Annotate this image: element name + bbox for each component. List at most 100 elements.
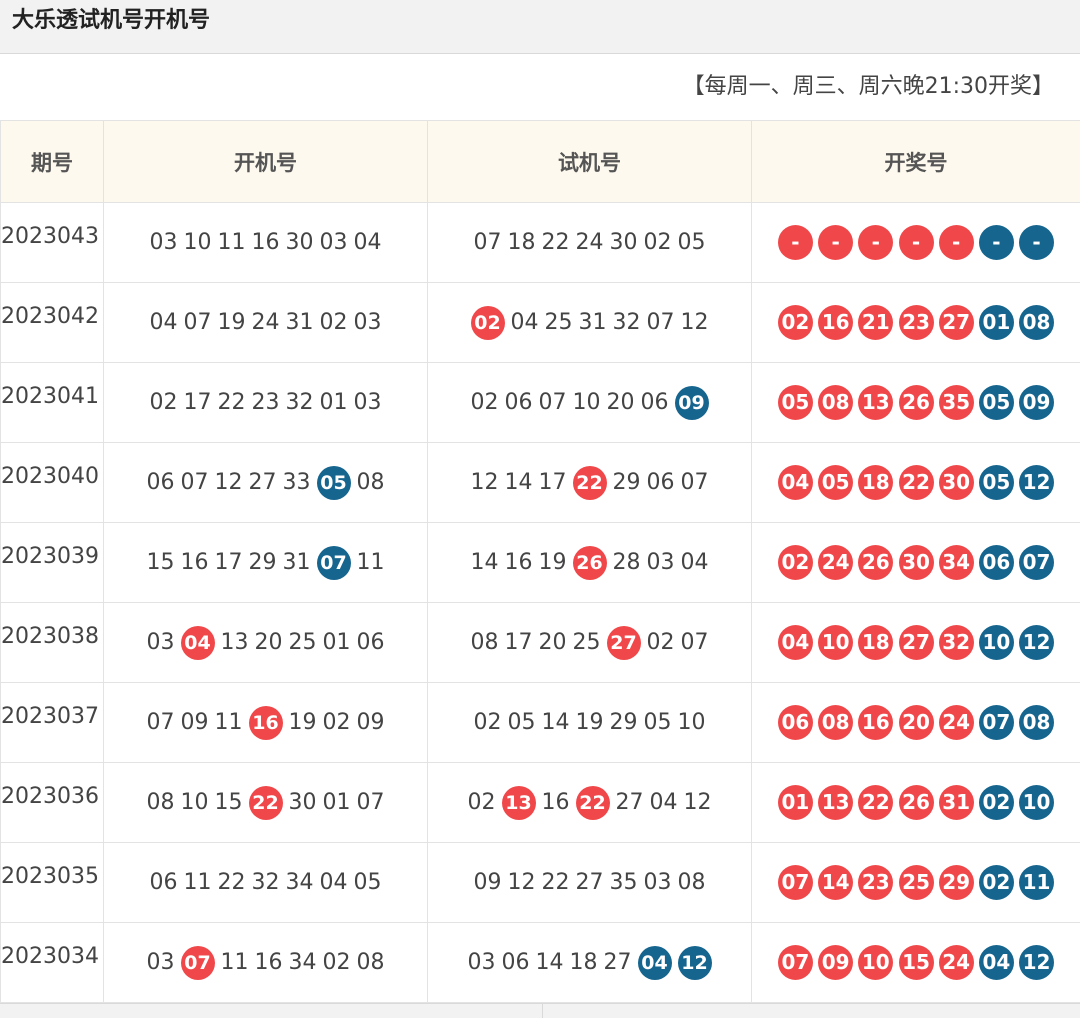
- open-number-cell: 08 10 15 22 30 01 07: [103, 762, 428, 843]
- front-zone-ball: 27: [606, 625, 641, 660]
- front-zone-ball: -: [858, 225, 894, 260]
- back-zone-ball: 04: [637, 945, 672, 980]
- number: 25: [544, 309, 573, 335]
- front-zone-ball: 10: [858, 945, 894, 980]
- number: 06: [646, 469, 675, 495]
- number: 09: [180, 709, 209, 735]
- header-period: 期号: [0, 120, 104, 203]
- number: 31: [282, 549, 311, 575]
- number: 30: [609, 229, 638, 255]
- front-zone-ball: 08: [818, 385, 854, 420]
- trial-number-cell: 09 12 22 27 35 03 08: [427, 842, 752, 923]
- front-zone-ball: 22: [575, 785, 610, 820]
- number: 05: [677, 229, 706, 255]
- number: 09: [356, 709, 385, 735]
- draw-number-cell: 02 24 26 30 34 06 07: [751, 522, 1080, 603]
- front-zone-ball: 35: [938, 385, 974, 420]
- number: 07: [538, 389, 567, 415]
- front-zone-ball: 13: [858, 385, 894, 420]
- front-zone-ball: 16: [858, 705, 894, 740]
- number: 20: [538, 629, 567, 655]
- number: 16: [541, 789, 570, 815]
- number: 02: [473, 709, 502, 735]
- number: 04: [149, 309, 178, 335]
- number: 02: [643, 229, 672, 255]
- open-number-cell: 02 17 22 23 32 01 03: [103, 362, 428, 443]
- number: 27: [615, 789, 644, 815]
- number: 12: [683, 789, 712, 815]
- back-zone-ball: 05: [316, 465, 351, 500]
- back-zone-ball: 05: [978, 385, 1014, 420]
- number: 07: [146, 709, 175, 735]
- front-zone-ball: 02: [470, 305, 505, 340]
- back-zone-ball: 08: [1019, 305, 1055, 340]
- draw-number-cell: 05 08 13 26 35 05 09: [751, 362, 1080, 443]
- number: 04: [649, 789, 678, 815]
- front-zone-ball: 26: [572, 545, 607, 580]
- number: 06: [356, 629, 385, 655]
- number: 12: [214, 469, 243, 495]
- front-zone-ball: 22: [572, 465, 607, 500]
- open-number-cell: 15 16 17 29 31 07 11: [103, 522, 428, 603]
- number: 05: [353, 869, 382, 895]
- table-row: 2023039 15 16 17 29 31 07 11 14 16 19 26 28 03 04 02 24 2…: [0, 522, 1080, 603]
- number: 13: [220, 629, 249, 655]
- back-zone-ball: 12: [1019, 945, 1055, 980]
- trial-number-cell: 14 16 19 26 28 03 04: [427, 522, 752, 603]
- front-zone-ball: 07: [777, 945, 813, 980]
- number: 02: [646, 629, 675, 655]
- number: 08: [356, 469, 385, 495]
- period-cell: 2023037: [0, 682, 104, 763]
- period-cell: 2023039: [0, 522, 104, 603]
- period-cell: 2023034: [0, 922, 104, 1003]
- front-zone-ball: 23: [898, 305, 934, 340]
- period-cell: 2023041: [0, 362, 104, 443]
- table-row: 2023037 07 09 11 16 19 02 09 02 05 14 19 29 05 10 06 08 1…: [0, 682, 1080, 763]
- number: 08: [677, 869, 706, 895]
- number: 16: [254, 949, 283, 975]
- trial-number-cell: 02 06 07 10 20 06 09: [427, 362, 752, 443]
- number: 10: [180, 789, 209, 815]
- number: 33: [282, 469, 311, 495]
- front-zone-ball: -: [818, 225, 854, 260]
- number: 07: [646, 309, 675, 335]
- front-zone-ball: -: [898, 225, 934, 260]
- front-zone-ball: 20: [898, 705, 934, 740]
- title-bar: 大乐透试机号开机号: [0, 0, 1080, 54]
- number: 11: [356, 549, 385, 575]
- number: 03: [643, 869, 672, 895]
- trial-number-cell: 03 06 14 18 27 04 12: [427, 922, 752, 1003]
- number: 03: [467, 949, 496, 975]
- number: 30: [285, 229, 314, 255]
- number: 18: [569, 949, 598, 975]
- number: 06: [146, 469, 175, 495]
- bottom-bar: [0, 1003, 1080, 1018]
- back-zone-ball: 06: [978, 545, 1014, 580]
- number: 04: [319, 869, 348, 895]
- back-zone-ball: 02: [978, 865, 1014, 900]
- number: 19: [288, 709, 317, 735]
- front-zone-ball: 04: [777, 625, 813, 660]
- table-row: 2023038 03 04 13 20 25 01 06 08 17 20 25 27 02 07 04 10 1…: [0, 602, 1080, 683]
- bottom-divider: [542, 1004, 543, 1018]
- back-zone-ball: 11: [1019, 865, 1055, 900]
- front-zone-ball: 22: [858, 785, 894, 820]
- number: 20: [254, 629, 283, 655]
- draw-schedule: 【每周一、周三、周六晚21:30开奖】: [682, 74, 1054, 99]
- number: 25: [288, 629, 317, 655]
- back-zone-ball: 07: [1019, 545, 1055, 580]
- trial-number-cell: 02 04 25 31 32 07 12: [427, 282, 752, 363]
- front-zone-ball: 05: [818, 465, 854, 500]
- number: 27: [248, 469, 277, 495]
- front-zone-ball: 13: [501, 785, 536, 820]
- back-zone-ball: 05: [978, 465, 1014, 500]
- number: 14: [470, 549, 499, 575]
- number: 28: [612, 549, 641, 575]
- number: 05: [507, 709, 536, 735]
- number: 34: [288, 949, 317, 975]
- front-zone-ball: 31: [938, 785, 974, 820]
- number: 23: [251, 389, 280, 415]
- front-zone-ball: 06: [777, 705, 813, 740]
- draw-number-cell: 04 10 18 27 32 10 12: [751, 602, 1080, 683]
- number: 25: [572, 629, 601, 655]
